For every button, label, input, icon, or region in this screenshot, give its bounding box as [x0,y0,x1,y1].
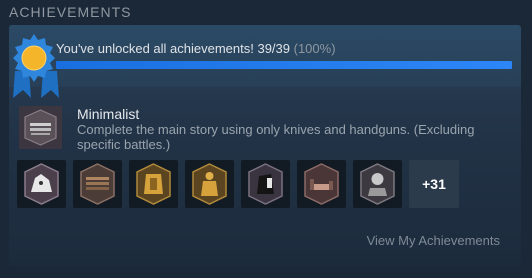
progress-bar [56,61,512,69]
progress-bar-fill [56,61,512,69]
section-title: ACHIEVEMENTS [9,4,132,20]
progress-percent: (100%) [293,41,336,56]
portrait-achievement-icon[interactable] [353,160,402,208]
gold-armor-achievement-icon[interactable] [129,160,178,208]
wolf-achievement-icon[interactable] [17,160,66,208]
bed-achievement-icon[interactable] [297,160,346,208]
progress-text: You've unlocked all achievements! 39/39 … [56,41,336,56]
progress-area: You've unlocked all achievements! 39/39 … [9,25,521,87]
achievements-panel: You've unlocked all achievements! 39/39 … [9,25,521,266]
featured-achievement-description: Complete the main story using only knive… [77,122,475,152]
achievement-icon-row: +31 [17,160,459,208]
featured-achievement: Minimalist Complete the main story using… [19,106,509,156]
progress-summary: You've unlocked all achievements! 39/39 [56,41,290,56]
medal-icon [13,34,59,98]
featured-achievement-name: Minimalist [77,106,140,122]
gold-figure-achievement-icon[interactable] [185,160,234,208]
more-achievements-badge[interactable]: +31 [409,160,459,208]
weapons-achievement-icon[interactable] [73,160,122,208]
medal-gold-center [21,45,47,71]
achievement-icon [19,106,62,149]
view-my-achievements-link[interactable]: View My Achievements [367,233,500,248]
dark-figure-achievement-icon[interactable] [241,160,290,208]
